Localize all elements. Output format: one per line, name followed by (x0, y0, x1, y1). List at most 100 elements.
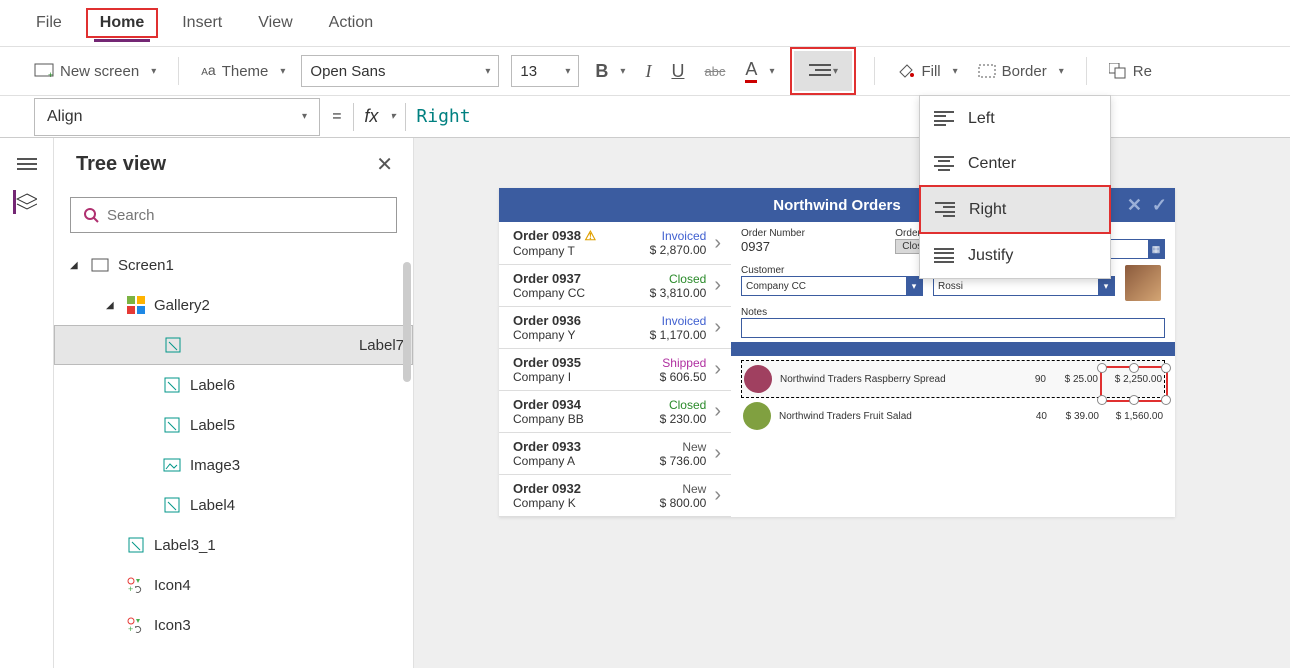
icon-icon: + (126, 615, 146, 635)
tree-title: Tree view (76, 153, 166, 176)
search-input[interactable] (70, 197, 397, 233)
expand-icon[interactable]: ◢ (70, 260, 82, 271)
scrollbar[interactable] (403, 262, 411, 382)
reorder-button[interactable]: Re (1105, 59, 1156, 84)
employee-select[interactable]: Rossi▾ (933, 276, 1115, 296)
chevron-down-icon: ▾ (485, 66, 490, 77)
align-dropdown: Left Center Right Justify (919, 95, 1111, 279)
chevron-down-icon: ▾ (565, 66, 570, 77)
expand-icon[interactable]: ◢ (106, 300, 118, 311)
search-field[interactable] (107, 207, 384, 224)
align-button[interactable]: ▾ (794, 51, 852, 91)
customer-select[interactable]: Company CC▾ (741, 276, 923, 296)
check-icon[interactable]: ✓ (1152, 195, 1167, 216)
chevron-down-icon: ▾ (769, 66, 774, 77)
calendar-icon: ▦ (1148, 240, 1164, 258)
border-button[interactable]: Border▾ (974, 59, 1068, 84)
tree-node-gallery2[interactable]: ◢Gallery2 (54, 285, 413, 325)
chevron-down-icon: ▾ (1098, 277, 1114, 295)
tree-node-label5[interactable]: Label5 (54, 405, 413, 445)
align-center-icon (934, 156, 954, 172)
tree-view-panel: Tree view ✕ ◢Screen1◢Gallery2Label7Label… (54, 138, 414, 668)
order-item[interactable]: Order 0937Company CCClosed$ 3,810.00› (499, 265, 731, 307)
property-select[interactable]: Align▾ (34, 98, 320, 136)
bold-button[interactable]: B▾ (591, 57, 629, 86)
menu-view[interactable]: View (252, 6, 298, 40)
screen-icon: + (34, 63, 54, 79)
tree-node-label3_1[interactable]: Label3_1 (54, 525, 413, 565)
menu-file[interactable]: File (30, 6, 68, 40)
order-item[interactable]: Order 0933Company ANew$ 736.00› (499, 433, 731, 475)
order-item[interactable]: Order 0934Company BBClosed$ 230.00› (499, 391, 731, 433)
tree-node-screen1[interactable]: ◢Screen1 (54, 245, 413, 285)
close-icon[interactable]: ✕ (376, 152, 393, 177)
chevron-down-icon: ▾ (390, 111, 395, 122)
hamburger-icon[interactable] (15, 152, 39, 176)
search-icon (83, 207, 99, 223)
order-item[interactable]: Order 0938 ⚠Company TInvoiced$ 2,870.00› (499, 222, 731, 265)
chevron-right-icon: › (714, 484, 721, 507)
menu-bar: File Home Insert View Action (0, 0, 1290, 46)
menu-home[interactable]: Home (94, 6, 150, 42)
font-select[interactable]: Open Sans▾ (301, 55, 499, 87)
underline-button[interactable]: U (667, 57, 688, 86)
align-left-icon (934, 111, 954, 127)
tree-node-image3[interactable]: Image3 (54, 445, 413, 485)
font-color-button[interactable]: A▾ (741, 55, 778, 87)
align-justify-item[interactable]: Justify (920, 233, 1110, 278)
chevron-right-icon: › (714, 316, 721, 339)
selection-handles[interactable] (1100, 366, 1168, 402)
chevron-down-icon: ▾ (953, 66, 958, 77)
theme-button[interactable]: Aa Theme▾ (197, 58, 289, 84)
paint-bucket-icon (897, 62, 915, 80)
notes-input[interactable] (741, 318, 1165, 338)
align-left-item[interactable]: Left (920, 96, 1110, 141)
tree-node-label6[interactable]: Label6 (54, 365, 413, 405)
equals-icon: = (320, 108, 353, 126)
employee-avatar (1125, 265, 1161, 301)
chevron-down-icon: ▾ (1059, 66, 1064, 77)
new-screen-button[interactable]: + New screen▾ (30, 59, 160, 84)
chevron-down-icon: ▾ (151, 66, 156, 77)
order-item[interactable]: Order 0935Company IShipped$ 606.50› (499, 349, 731, 391)
tree-list: ◢Screen1◢Gallery2Label7Label6Label5Image… (54, 245, 413, 645)
tree-node-label4[interactable]: Label4 (54, 485, 413, 525)
gallery-icon (126, 295, 146, 315)
label-icon (163, 335, 183, 355)
image-icon (162, 455, 182, 475)
fill-button[interactable]: Fill▾ (893, 58, 961, 84)
align-justify-icon (934, 248, 954, 264)
left-rail (0, 138, 54, 668)
svg-text:+: + (128, 624, 133, 633)
tree-node-icon3[interactable]: +Icon3 (54, 605, 413, 645)
menu-insert[interactable]: Insert (176, 6, 228, 40)
icon-icon: + (126, 575, 146, 595)
layers-icon[interactable] (13, 190, 37, 214)
tree-node-icon4[interactable]: +Icon4 (54, 565, 413, 605)
italic-button[interactable]: I (641, 57, 655, 86)
chevron-right-icon: › (714, 400, 721, 423)
svg-text:+: + (48, 70, 53, 79)
align-right-item[interactable]: Right (921, 187, 1109, 232)
chevron-down-icon: ▾ (620, 66, 625, 77)
order-item[interactable]: Order 0936Company YInvoiced$ 1,170.00› (499, 307, 731, 349)
line-item[interactable]: Northwind Traders Raspberry Spread90$ 25… (741, 360, 1165, 398)
chevron-down-icon: ▾ (280, 66, 285, 77)
tree-node-label7[interactable]: Label7 (54, 325, 413, 365)
warning-icon: ⚠ (585, 228, 597, 243)
chevron-right-icon: › (714, 442, 721, 465)
canvas[interactable]: Northwind Orders ✕ ✓ Order 0938 ⚠Company… (414, 138, 1290, 668)
label-icon (126, 535, 146, 555)
close-icon[interactable]: ✕ (1127, 195, 1142, 216)
menu-action[interactable]: Action (323, 6, 379, 40)
order-item[interactable]: Order 0932Company KNew$ 800.00› (499, 475, 731, 517)
chevron-down-icon: ▾ (906, 277, 922, 295)
label-icon (162, 375, 182, 395)
fx-button[interactable]: fx▾ (354, 106, 405, 127)
label-icon (162, 415, 182, 435)
align-center-item[interactable]: Center (920, 141, 1110, 186)
formula-input[interactable]: Right (406, 106, 470, 127)
border-icon (978, 64, 996, 78)
strikethrough-button[interactable]: abc (700, 60, 729, 83)
font-size-select[interactable]: 13▾ (511, 55, 579, 87)
